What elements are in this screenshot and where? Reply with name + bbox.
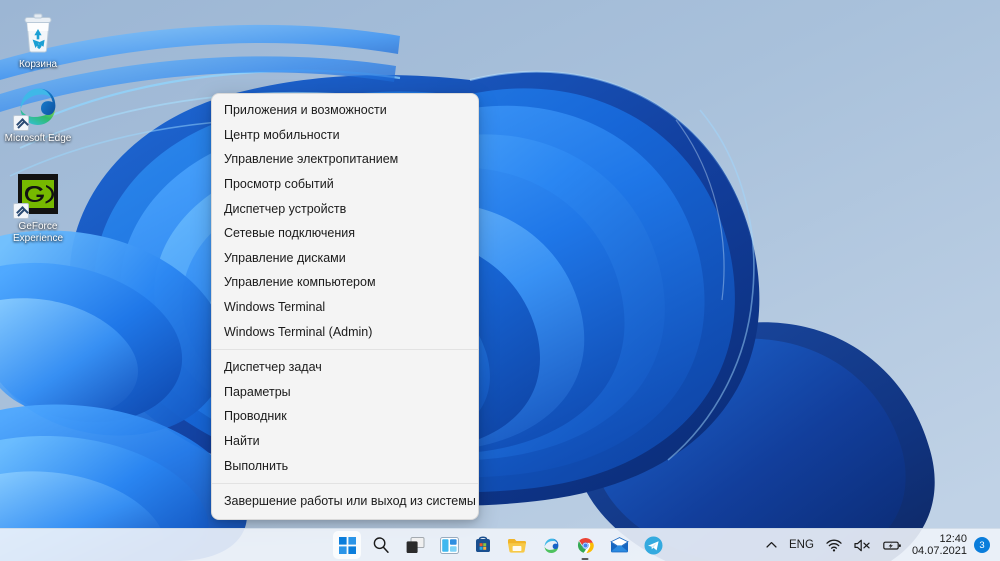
menu-item-power-options[interactable]: Управление электропитанием [212, 147, 478, 172]
widgets-button[interactable] [435, 531, 463, 559]
desktop-icon-microsoft-edge[interactable]: Microsoft Edge [0, 82, 76, 145]
taskbar-center-group [333, 529, 667, 561]
geforce-experience-icon [13, 170, 62, 219]
chevron-right-icon: › [461, 494, 465, 507]
mail-button[interactable] [605, 531, 633, 559]
language-indicator[interactable]: ENG [783, 532, 820, 559]
google-chrome-button[interactable] [571, 531, 599, 560]
menu-item-task-manager[interactable]: Диспетчер задач [212, 355, 478, 380]
menu-item-run[interactable]: Выполнить [212, 453, 478, 478]
widgets-icon [439, 536, 459, 554]
menu-item-label: Рабочий стол [224, 519, 302, 520]
taskbar: ENG 12:40 04.07.2021 3 [0, 528, 1000, 561]
battery-button[interactable] [877, 532, 908, 559]
battery-icon [883, 541, 901, 550]
microsoft-store-icon [476, 536, 490, 552]
telegram-button[interactable] [639, 531, 667, 559]
menu-item-label: Проводник [224, 409, 287, 424]
menu-item-label: Просмотр событий [224, 177, 334, 192]
menu-item-label: Параметры [224, 384, 291, 399]
microsoft-edge-icon [13, 82, 62, 131]
menu-item-label: Центр мобильности [224, 127, 340, 142]
desktop-icon-label: Microsoft Edge [4, 133, 72, 144]
file-explorer-button[interactable] [503, 531, 531, 559]
microsoft-edge-button[interactable] [537, 531, 565, 559]
windows-logo-icon [338, 536, 356, 554]
tray-overflow-button[interactable] [760, 532, 783, 559]
menu-item-label: Сетевые подключения [224, 226, 356, 241]
menu-item-device-manager[interactable]: Диспетчер устройств [212, 196, 478, 221]
menu-item-network-connections[interactable]: Сетевые подключения [212, 221, 478, 246]
menu-item-label: Диспетчер устройств [224, 201, 347, 216]
menu-item-disk-management[interactable]: Управление дисками [212, 246, 478, 271]
system-tray: ENG 12:40 04.07.2021 3 [760, 529, 992, 561]
menu-item-mobility-center[interactable]: Центр мобильности [212, 123, 478, 148]
clock-date: 04.07.2021 [911, 545, 967, 557]
menu-item-windows-terminal-admin[interactable]: Windows Terminal (Admin) [212, 319, 478, 344]
desktop-wallpaper [0, 0, 1000, 561]
clock-time: 12:40 [939, 533, 967, 545]
menu-item-shut-down-or-sign-out[interactable]: Завершение работы или выход из системы › [212, 489, 478, 514]
menu-item-label: Windows Terminal [224, 300, 326, 315]
menu-item-label: Диспетчер задач [224, 360, 322, 375]
volume-button[interactable] [848, 532, 877, 559]
menu-item-search[interactable]: Найти [212, 429, 478, 454]
desktop-icon-geforce-experience[interactable]: GeForce Experience [0, 170, 76, 244]
wifi-icon [826, 539, 842, 552]
menu-item-settings[interactable]: Параметры [212, 380, 478, 405]
menu-item-desktop[interactable]: Рабочий стол [212, 514, 478, 520]
menu-item-label: Управление электропитанием [224, 152, 399, 167]
telegram-icon [644, 536, 662, 554]
menu-item-label: Windows Terminal (Admin) [224, 324, 373, 339]
running-indicator [581, 557, 589, 560]
desktop-icon-label: Корзина [18, 59, 58, 70]
desktop-screen: Корзина Microsoft Edge GeForce Experienc… [0, 0, 1000, 561]
menu-item-windows-terminal[interactable]: Windows Terminal [212, 295, 478, 320]
menu-item-apps-and-features[interactable]: Приложения и возможности [212, 98, 478, 123]
menu-separator [212, 348, 478, 350]
menu-item-label: Управление дисками [224, 250, 346, 265]
win-x-quick-link-menu[interactable]: Приложения и возможности Центр мобильнос… [211, 93, 479, 520]
task-view-icon [406, 536, 424, 553]
desktop-icon-label: GeForce Experience [12, 221, 64, 244]
mail-icon [609, 537, 629, 553]
shortcut-overlay-icon [13, 203, 29, 219]
desktop-icon-recycle-bin[interactable]: Корзина [0, 8, 76, 71]
menu-item-label: Управление компьютером [224, 275, 376, 290]
menu-item-label: Выполнить [224, 458, 289, 473]
notification-badge[interactable]: 3 [974, 537, 990, 553]
menu-item-label: Завершение работы или выход из системы [224, 494, 476, 509]
google-chrome-icon [577, 537, 594, 553]
speaker-muted-icon [854, 539, 870, 551]
menu-item-event-viewer[interactable]: Просмотр событий [212, 172, 478, 197]
chevron-up-icon [766, 541, 777, 548]
start-button[interactable] [333, 531, 361, 559]
network-button[interactable] [820, 532, 848, 559]
recycle-bin-icon [14, 8, 62, 56]
shortcut-overlay-icon [13, 115, 29, 131]
menu-item-label: Приложения и возможности [224, 103, 387, 118]
microsoft-store-button[interactable] [469, 531, 497, 559]
search-icon [373, 537, 389, 553]
menu-separator [212, 482, 478, 484]
microsoft-edge-icon [544, 538, 558, 553]
menu-item-label: Найти [224, 434, 260, 449]
clock-and-date[interactable]: 12:40 04.07.2021 [908, 532, 974, 559]
menu-item-computer-management[interactable]: Управление компьютером [212, 270, 478, 295]
task-view-button[interactable] [401, 531, 429, 559]
search-button[interactable] [367, 531, 395, 559]
file-explorer-icon [508, 538, 526, 553]
menu-item-file-explorer[interactable]: Проводник [212, 404, 478, 429]
